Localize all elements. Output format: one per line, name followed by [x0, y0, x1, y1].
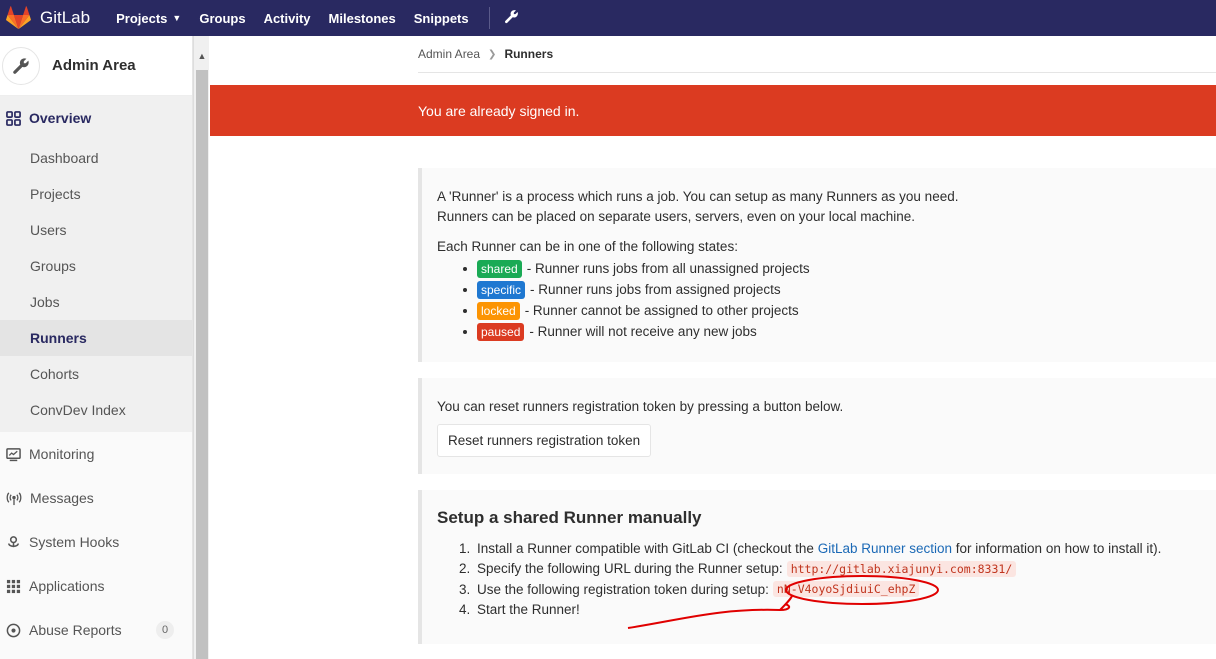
sidebar-item-messages[interactable]: Messages [0, 476, 192, 520]
flash-message: You are already signed in. [418, 102, 580, 119]
list-item: 4. Start the Runner! [459, 602, 580, 618]
overview-submenu: Dashboard Projects Users Groups Jobs Run… [0, 140, 192, 432]
registration-token: nN-V4oyoSjdiuiC_ehpZ [772, 581, 920, 598]
sidebar-subitem-groups[interactable]: Groups [0, 248, 192, 284]
hook-icon [8, 535, 19, 547]
gitlab-logo[interactable]: GitLab [6, 0, 90, 36]
admin-sidebar: Admin Area Overview Dashboard Projects U… [0, 36, 193, 659]
scroll-up-arrow-icon[interactable]: ▲ [194, 48, 210, 64]
brand-name: GitLab [40, 8, 91, 27]
monitor-icon [6, 447, 21, 461]
nav-snippets[interactable]: Snippets [414, 11, 469, 26]
list-item: 1. Install a Runner compatible with GitL… [459, 540, 1162, 556]
list-item: specific - Runner runs jobs from assigne… [463, 279, 1216, 300]
sidebar-subitem-jobs[interactable]: Jobs [0, 284, 192, 320]
runner-description-line-2: Runners can be placed on separate users,… [437, 209, 916, 224]
overview-grid-icon [6, 110, 21, 126]
chevron-down-icon: ▼ [172, 13, 182, 23]
shared-badge: shared [477, 259, 522, 278]
list-item: 3. Use the following registration token … [459, 579, 1216, 600]
nav-activity[interactable]: Activity [264, 11, 311, 26]
list-item: 2. Specify the following URL during the … [459, 559, 1216, 580]
state-description: - Runner runs jobs from assigned project… [530, 282, 781, 297]
sidebar-title: Admin Area [52, 57, 136, 74]
runner-info-panel: A 'Runner' is a process which runs a job… [418, 168, 1216, 362]
breadcrumb: Admin Area ❯ Runners [418, 47, 553, 61]
specific-badge: specific [477, 280, 526, 299]
locked-badge: locked [477, 301, 520, 320]
reset-token-panel: You can reset runners registration token… [418, 378, 1216, 474]
sidebar-item-applications[interactable]: Applications [0, 564, 192, 608]
list-item: paused - Runner will not receive any new… [463, 321, 1216, 342]
sidebar-subitem-runners[interactable]: Runners [0, 320, 192, 356]
sidebar-header[interactable]: Admin Area [0, 36, 192, 96]
sidebar-item-label: Overview [29, 110, 92, 126]
runner-url: http://gitlab.xiajunyi.com:8331/ [786, 560, 1017, 577]
sidebar-subitem-users[interactable]: Users [0, 212, 192, 248]
bullet-icon [463, 287, 467, 292]
flash-alert: You are already signed in. [210, 85, 1216, 136]
list-item: locked - Runner cannot be assigned to ot… [463, 300, 1216, 321]
reset-registration-token-button[interactable]: Reset runners registration token [437, 424, 652, 457]
sidebar-subitem-projects[interactable]: Projects [0, 176, 192, 212]
sidebar-scrollbar[interactable]: ▲ [193, 36, 209, 659]
main-nav: Projects ▼ Groups Activity Milestones Sn… [116, 0, 519, 36]
breadcrumb-divider [418, 72, 1216, 73]
bullet-icon [463, 308, 467, 313]
sidebar-subitem-cohorts[interactable]: Cohorts [0, 356, 192, 392]
nav-milestones[interactable]: Milestones [329, 11, 396, 26]
scrollbar-thumb[interactable] [196, 70, 208, 659]
wrench-icon [504, 10, 518, 24]
bullet-icon [463, 329, 467, 334]
list-item: shared - Runner runs jobs from all unass… [463, 258, 1216, 279]
state-description: - Runner cannot be assigned to other pro… [524, 303, 799, 318]
abuse-icon [6, 623, 21, 637]
runner-states-intro: Each Runner can be in one of the followi… [437, 239, 738, 254]
state-description: - Runner will not receive any new jobs [529, 324, 757, 339]
nav-projects[interactable]: Projects ▼ [116, 11, 181, 26]
runner-description-line-1: A 'Runner' is a process which runs a job… [437, 189, 959, 204]
breadcrumb-runners[interactable]: Runners [504, 47, 553, 61]
sidebar-subitem-dashboard[interactable]: Dashboard [0, 140, 192, 176]
admin-avatar [2, 46, 40, 85]
runner-states-list: shared - Runner runs jobs from all unass… [463, 258, 1216, 342]
setup-title: Setup a shared Runner manually [437, 508, 702, 527]
sidebar-item-abuse-reports[interactable]: Abuse Reports 0 [0, 608, 192, 652]
abuse-reports-count-badge: 0 [156, 621, 174, 639]
top-navbar: GitLab Projects ▼ Groups Activity Milest… [0, 0, 1216, 36]
bullet-icon [463, 266, 467, 271]
chevron-right-icon: ❯ [488, 48, 497, 60]
tanuki-logo-icon [6, 6, 31, 30]
grid-icon [6, 579, 21, 593]
sidebar-item-monitoring[interactable]: Monitoring [0, 432, 192, 476]
broadcast-icon [6, 491, 22, 505]
state-description: - Runner runs jobs from all unassigned p… [526, 261, 810, 276]
setup-steps: 1. Install a Runner compatible with GitL… [459, 538, 1216, 620]
sidebar-item-overview[interactable]: Overview [0, 96, 192, 140]
wrench-icon [13, 57, 29, 74]
reset-token-text: You can reset runners registration token… [437, 399, 844, 414]
paused-badge: paused [477, 322, 525, 341]
breadcrumb-admin-area[interactable]: Admin Area [418, 47, 480, 61]
nav-divider [488, 7, 490, 29]
sidebar-subitem-convdev-index[interactable]: ConvDev Index [0, 392, 192, 428]
admin-area-link[interactable] [504, 9, 519, 27]
gitlab-runner-section-link[interactable]: GitLab Runner section [818, 541, 952, 556]
nav-groups[interactable]: Groups [199, 11, 245, 26]
setup-runner-panel: Setup a shared Runner manually 1. Instal… [418, 490, 1216, 644]
sidebar-item-system-hooks[interactable]: System Hooks [0, 520, 192, 564]
